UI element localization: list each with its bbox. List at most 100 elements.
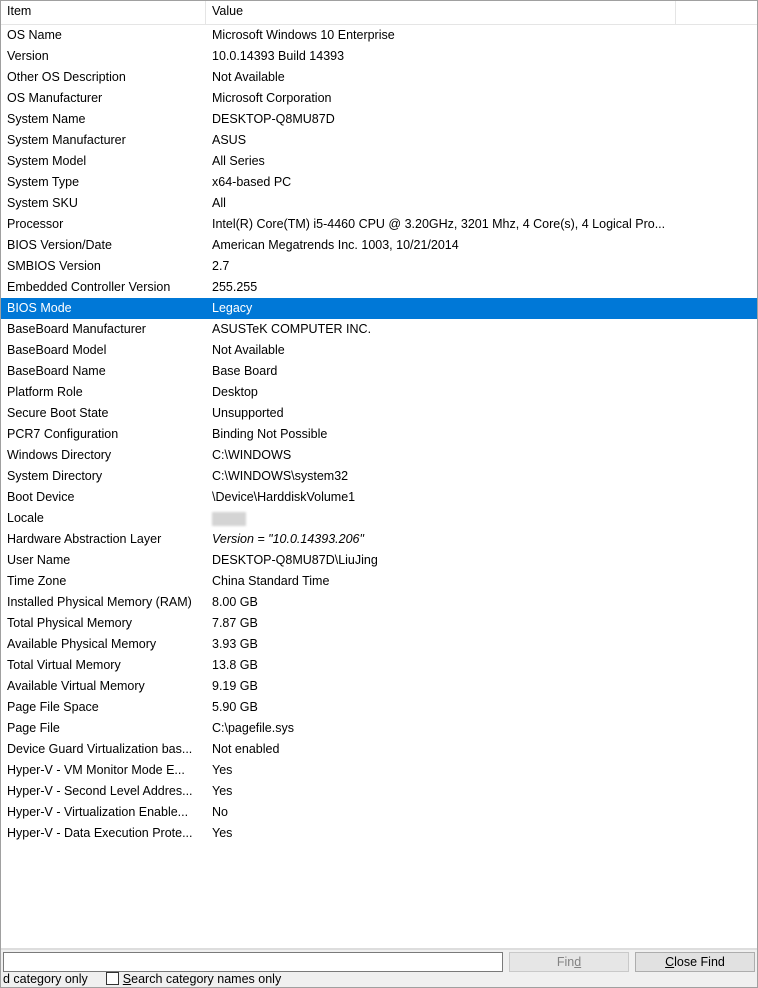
- item-cell: Page File Space: [1, 697, 206, 718]
- column-header-item[interactable]: Item: [1, 1, 206, 24]
- table-row[interactable]: System SKUAll: [1, 193, 757, 214]
- value-cell: DESKTOP-Q8MU87D\LiuJing: [206, 550, 757, 571]
- table-row[interactable]: Other OS DescriptionNot Available: [1, 67, 757, 88]
- value-cell: American Megatrends Inc. 1003, 10/21/201…: [206, 235, 757, 256]
- table-row[interactable]: Platform RoleDesktop: [1, 382, 757, 403]
- value-cell: Intel(R) Core(TM) i5-4460 CPU @ 3.20GHz,…: [206, 214, 757, 235]
- item-cell: System Manufacturer: [1, 130, 206, 151]
- table-row[interactable]: Page FileC:\pagefile.sys: [1, 718, 757, 739]
- find-button[interactable]: Find: [509, 952, 629, 972]
- table-row[interactable]: SMBIOS Version2.7: [1, 256, 757, 277]
- table-row[interactable]: Hardware Abstraction LayerVersion = "10.…: [1, 529, 757, 550]
- table-row[interactable]: BIOS ModeLegacy: [1, 298, 757, 319]
- table-row[interactable]: ProcessorIntel(R) Core(TM) i5-4460 CPU @…: [1, 214, 757, 235]
- table-row[interactable]: User NameDESKTOP-Q8MU87D\LiuJing: [1, 550, 757, 571]
- item-cell: Platform Role: [1, 382, 206, 403]
- table-row[interactable]: BaseBoard ModelNot Available: [1, 340, 757, 361]
- item-cell: System SKU: [1, 193, 206, 214]
- table-row[interactable]: PCR7 ConfigurationBinding Not Possible: [1, 424, 757, 445]
- item-cell: BaseBoard Manufacturer: [1, 319, 206, 340]
- table-row[interactable]: Total Physical Memory7.87 GB: [1, 613, 757, 634]
- table-row[interactable]: BaseBoard ManufacturerASUSTeK COMPUTER I…: [1, 319, 757, 340]
- value-cell: x64-based PC: [206, 172, 757, 193]
- value-cell: Microsoft Windows 10 Enterprise: [206, 25, 757, 46]
- item-cell: Hyper-V - Virtualization Enable...: [1, 802, 206, 823]
- item-cell: Available Physical Memory: [1, 634, 206, 655]
- value-cell: 255.255: [206, 277, 757, 298]
- close-find-button[interactable]: Close Find: [635, 952, 755, 972]
- item-cell: Windows Directory: [1, 445, 206, 466]
- table-row[interactable]: Time ZoneChina Standard Time: [1, 571, 757, 592]
- table-row[interactable]: System DirectoryC:\WINDOWS\system32: [1, 466, 757, 487]
- table-row[interactable]: OS NameMicrosoft Windows 10 Enterprise: [1, 25, 757, 46]
- table-row[interactable]: Hyper-V - Second Level Addres...Yes: [1, 781, 757, 802]
- table-row[interactable]: Total Virtual Memory13.8 GB: [1, 655, 757, 676]
- table-row[interactable]: Boot Device\Device\HarddiskVolume1: [1, 487, 757, 508]
- table-row[interactable]: Hyper-V - VM Monitor Mode E...Yes: [1, 760, 757, 781]
- find-input[interactable]: [3, 952, 503, 972]
- value-cell: Legacy: [206, 298, 757, 319]
- value-cell: Unsupported: [206, 403, 757, 424]
- item-cell: User Name: [1, 550, 206, 571]
- table-row[interactable]: Hyper-V - Virtualization Enable...No: [1, 802, 757, 823]
- table-row[interactable]: Embedded Controller Version255.255: [1, 277, 757, 298]
- table-row[interactable]: Hyper-V - Data Execution Prote...Yes: [1, 823, 757, 844]
- item-cell: Other OS Description: [1, 67, 206, 88]
- column-header-value[interactable]: Value: [206, 1, 676, 24]
- value-cell: Not Available: [206, 340, 757, 361]
- item-cell: Hyper-V - VM Monitor Mode E...: [1, 760, 206, 781]
- item-cell: Hardware Abstraction Layer: [1, 529, 206, 550]
- table-row[interactable]: Available Virtual Memory9.19 GB: [1, 676, 757, 697]
- table-row[interactable]: Locale: [1, 508, 757, 529]
- value-cell: Not Available: [206, 67, 757, 88]
- table-row[interactable]: BaseBoard NameBase Board: [1, 361, 757, 382]
- details-list[interactable]: Item Value OS NameMicrosoft Windows 10 E…: [1, 1, 757, 949]
- item-cell: Device Guard Virtualization bas...: [1, 739, 206, 760]
- value-cell: No: [206, 802, 757, 823]
- item-cell: System Type: [1, 172, 206, 193]
- value-cell: Yes: [206, 823, 757, 844]
- item-cell: Total Physical Memory: [1, 613, 206, 634]
- table-row[interactable]: BIOS Version/DateAmerican Megatrends Inc…: [1, 235, 757, 256]
- table-row[interactable]: Secure Boot StateUnsupported: [1, 403, 757, 424]
- value-cell: Base Board: [206, 361, 757, 382]
- table-row[interactable]: Installed Physical Memory (RAM)8.00 GB: [1, 592, 757, 613]
- value-cell: 3.93 GB: [206, 634, 757, 655]
- item-cell: SMBIOS Version: [1, 256, 206, 277]
- value-cell: Binding Not Possible: [206, 424, 757, 445]
- value-cell: \Device\HarddiskVolume1: [206, 487, 757, 508]
- item-cell: System Directory: [1, 466, 206, 487]
- value-cell: Microsoft Corporation: [206, 88, 757, 109]
- table-row[interactable]: OS ManufacturerMicrosoft Corporation: [1, 88, 757, 109]
- table-row[interactable]: Device Guard Virtualization bas...Not en…: [1, 739, 757, 760]
- table-row[interactable]: System NameDESKTOP-Q8MU87D: [1, 109, 757, 130]
- item-cell: BIOS Version/Date: [1, 235, 206, 256]
- item-cell: Secure Boot State: [1, 403, 206, 424]
- item-cell: System Name: [1, 109, 206, 130]
- value-cell: 7.87 GB: [206, 613, 757, 634]
- table-row[interactable]: Version10.0.14393 Build 14393: [1, 46, 757, 67]
- system-info-panel: Item Value OS NameMicrosoft Windows 10 E…: [0, 0, 758, 988]
- table-row[interactable]: System ModelAll Series: [1, 151, 757, 172]
- value-cell: Version = "10.0.14393.206": [206, 529, 757, 550]
- table-row[interactable]: System ManufacturerASUS: [1, 130, 757, 151]
- value-cell: 9.19 GB: [206, 676, 757, 697]
- value-cell: All Series: [206, 151, 757, 172]
- value-cell: Desktop: [206, 382, 757, 403]
- item-cell: Hyper-V - Data Execution Prote...: [1, 823, 206, 844]
- item-cell: BaseBoard Model: [1, 340, 206, 361]
- item-cell: OS Name: [1, 25, 206, 46]
- table-row[interactable]: System Typex64-based PC: [1, 172, 757, 193]
- value-cell: DESKTOP-Q8MU87D: [206, 109, 757, 130]
- table-row[interactable]: Windows DirectoryC:\WINDOWS: [1, 445, 757, 466]
- value-cell: China Standard Time: [206, 571, 757, 592]
- column-headers[interactable]: Item Value: [1, 1, 757, 25]
- item-cell: PCR7 Configuration: [1, 424, 206, 445]
- search-category-names-only-checkbox[interactable]: Search category names only: [106, 972, 281, 986]
- table-row[interactable]: Page File Space5.90 GB: [1, 697, 757, 718]
- value-cell: 8.00 GB: [206, 592, 757, 613]
- search-category-names-label: Search category names only: [123, 972, 281, 986]
- value-cell: ASUSTeK COMPUTER INC.: [206, 319, 757, 340]
- item-cell: Boot Device: [1, 487, 206, 508]
- table-row[interactable]: Available Physical Memory3.93 GB: [1, 634, 757, 655]
